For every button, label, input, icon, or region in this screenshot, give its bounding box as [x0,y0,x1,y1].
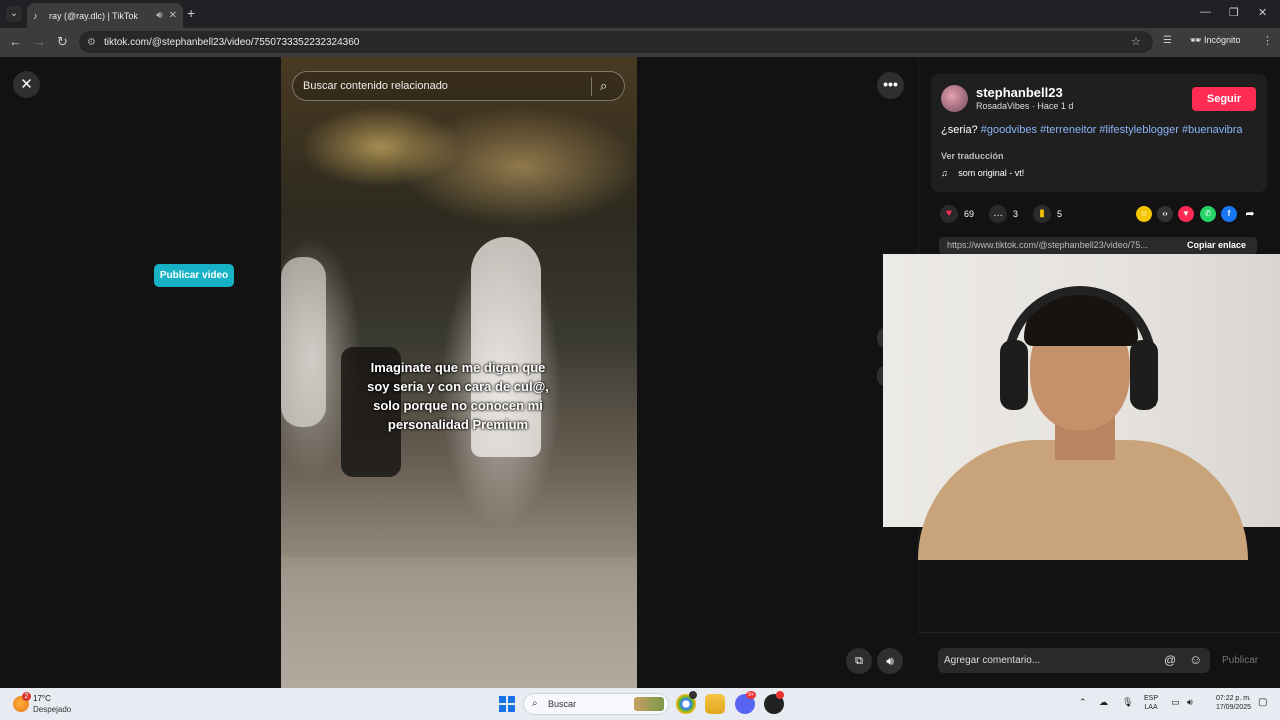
onedrive-cloud-icon[interactable]: ☁︎ [1099,697,1108,708]
friends-share-icon[interactable]: ☺ [1136,206,1152,222]
post-description: ¿seria? #goodvibes #terreneitor #lifesty… [941,123,1251,137]
share-url[interactable]: https://www.tiktok.com/@stephanbell23/vi… [947,237,1173,254]
url-omnibox[interactable]: ⚙︎ tiktok.com/@stephanbell23/video/75507… [79,31,1153,53]
lang-code: ESP [1144,695,1159,702]
comment-stat[interactable]: … 3 [989,205,1018,223]
file-explorer-icon[interactable] [705,694,725,714]
video-figure-shape [281,257,326,427]
tab-title: ray (@ray.dlc) | TikTok [49,10,138,21]
mention-at-icon[interactable]: @ [1164,653,1176,667]
url-text: tiktok.com/@stephanbell23/video/75507333… [103,36,360,48]
send-share-icon[interactable]: ▼ [1178,206,1194,222]
tab-list-chevron-icon[interactable]: ⌄ [6,6,22,22]
hashtag-link[interactable]: #goodvibes [981,124,1037,136]
lang-layout: LAA [1144,704,1158,711]
search-icon[interactable]: ⌕ [600,78,607,94]
input-language[interactable]: ESP LAA [1144,694,1158,712]
chrome-incognito-badge [689,691,697,699]
related-search-placeholder: Buscar contenido relacionado [303,80,448,92]
save-count: 5 [1057,209,1063,219]
weather-description[interactable]: Despejado [33,705,71,714]
emoji-icon[interactable]: ☺ [1189,652,1202,667]
incognito-indicator[interactable]: 🕶︎ Incógnito [1190,35,1240,46]
new-tab-plus-icon[interactable]: + [187,6,195,20]
author-subline: RosadaVibes · Hace 1 d [976,101,1074,111]
video-text-overlay: Imaginate que me digan que soy seria y c… [367,360,549,432]
microphone-icon[interactable]: 🎙︎ [1122,697,1133,708]
save-stat[interactable]: ▮ 5 [1033,205,1062,223]
copy-link-button[interactable]: Copiar enlace [1187,237,1246,254]
network-icon[interactable]: ▭ [1171,697,1180,708]
window-close-icon[interactable]: ✕ [1258,6,1267,19]
related-content-search[interactable]: Buscar contenido relacionado ⌕ [292,71,625,101]
webcam-headset-shape [1130,340,1158,410]
bookmark-star-icon[interactable]: ☆ [1131,35,1141,48]
incognito-icon: 🕶︎ [1190,35,1202,45]
obs-recording-dot [776,691,784,699]
taskbar-search-label: Buscar [548,699,577,709]
comment-bubble-icon[interactable]: … [989,205,1007,223]
browser-tab[interactable]: ♪ ray (@ray.dlc) | TikTok 🔊︎ ✕ [27,3,183,28]
hashtag-link[interactable]: #buenavibra [1182,124,1243,136]
system-clock[interactable]: 07:22 p. m. 17/09/2025 [1205,694,1251,712]
more-options-button[interactable]: ••• [877,72,904,99]
taskbar-search[interactable]: ⌕ Buscar [523,693,669,715]
weather-badge: 2 [22,692,31,701]
author-username[interactable]: stephanbell23 [976,85,1063,100]
comment-count: 3 [1013,209,1019,219]
publish-video-button[interactable]: Publicar video [154,264,234,287]
tab-close-icon[interactable]: ✕ [169,10,177,21]
incognito-label: Incógnito [1203,35,1241,45]
hashtag-link[interactable]: #terreneitor [1040,124,1096,136]
reading-list-icon[interactable]: ☰ [1163,35,1172,46]
music-title: som original - vt! [958,168,1025,178]
speaker-icon[interactable]: 🔊︎ [1187,697,1193,708]
browser-menu-icon[interactable]: ⋮ [1262,34,1273,47]
tab-audio-icon[interactable]: 🔊︎ [156,10,162,21]
music-info[interactable]: ♫ som original - vt! [941,168,1024,178]
description-text: ¿seria? [941,124,978,136]
back-arrow-icon[interactable]: ← [9,35,22,49]
webcam-headset-shape [1000,340,1028,410]
clock-time: 07:22 p. m. [1215,695,1251,702]
tiktok-favicon-icon: ♪ [33,10,38,21]
weather-temperature[interactable]: 17°C [33,694,51,703]
tray-overflow-chevron-icon[interactable]: ⌃ [1079,697,1087,708]
search-icon: ⌕ [532,698,538,709]
whatsapp-icon[interactable]: ✆ [1200,206,1216,222]
site-info-icon[interactable]: ⚙︎ [87,37,96,48]
windows-start-icon[interactable] [499,696,515,712]
music-note-icon: ♫ [941,168,948,178]
search-divider [591,77,592,96]
heart-icon[interactable]: ♥ [940,205,958,223]
follow-button[interactable]: Seguir [1192,87,1256,111]
see-translation-link[interactable]: Ver traducción [941,151,1004,161]
close-video-button[interactable]: ✕ [13,71,40,98]
forward-arrow-icon[interactable]: → [33,35,46,49]
picture-in-picture-icon[interactable]: ⧉ [846,648,872,674]
embed-code-icon[interactable]: ‹› [1157,206,1173,222]
restore-icon[interactable]: ❐ [1229,6,1239,19]
like-stat[interactable]: ♥ 69 [940,205,974,223]
post-comment-button[interactable]: Publicar [1222,655,1258,666]
volume-icon[interactable]: 🔊︎ [877,648,903,674]
search-highlight-image [634,697,664,711]
notification-icon[interactable]: ▢ [1258,697,1267,708]
facebook-icon[interactable]: f [1221,206,1237,222]
discord-badge: 9+ [746,691,756,699]
like-count: 69 [964,209,975,219]
minimize-icon[interactable]: — [1200,6,1211,18]
video-floor-shape [281,557,637,688]
reload-icon[interactable]: ↻ [57,35,68,49]
share-link-box: https://www.tiktok.com/@stephanbell23/vi… [939,237,1257,254]
share-arrow-icon[interactable]: ➦ [1242,206,1258,222]
bookmark-icon[interactable]: ▮ [1033,205,1051,223]
clock-date: 17/09/2025 [1215,704,1251,711]
author-avatar[interactable] [941,85,968,112]
hashtag-link[interactable]: #lifestyleblogger [1099,124,1179,136]
